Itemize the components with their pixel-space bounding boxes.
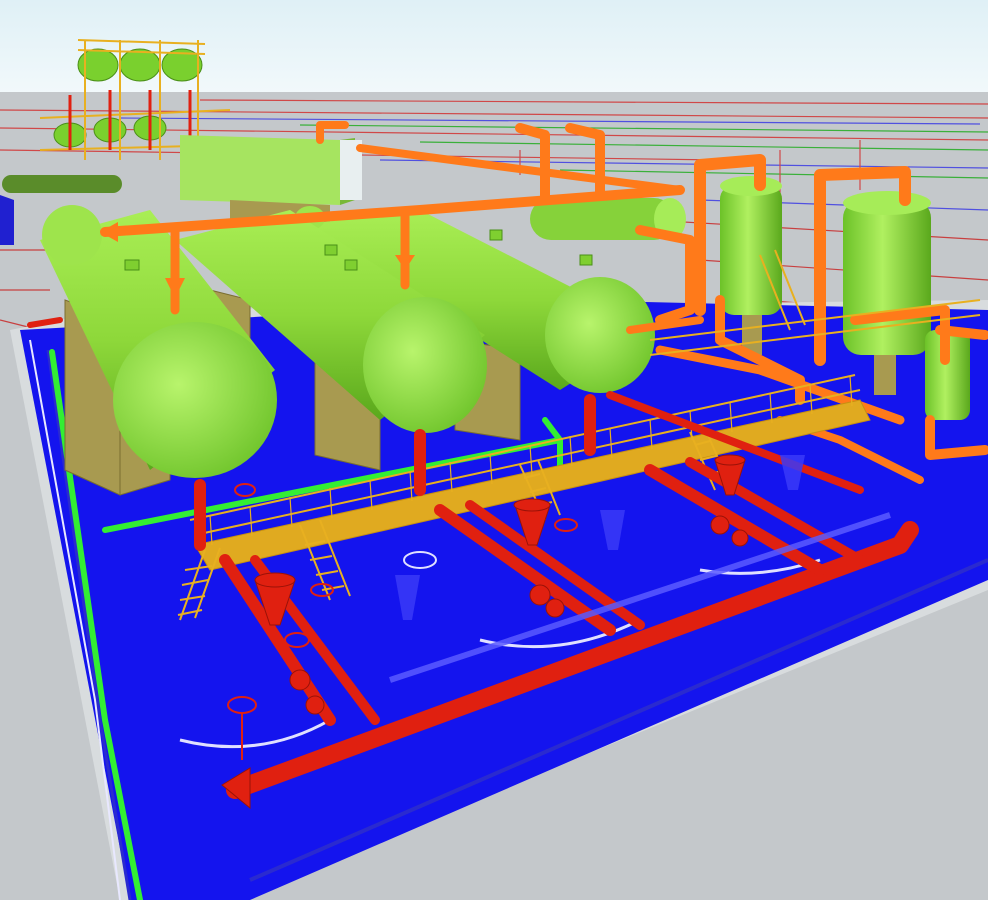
sky (0, 0, 988, 95)
plant-3d-model-scene (0, 0, 988, 900)
